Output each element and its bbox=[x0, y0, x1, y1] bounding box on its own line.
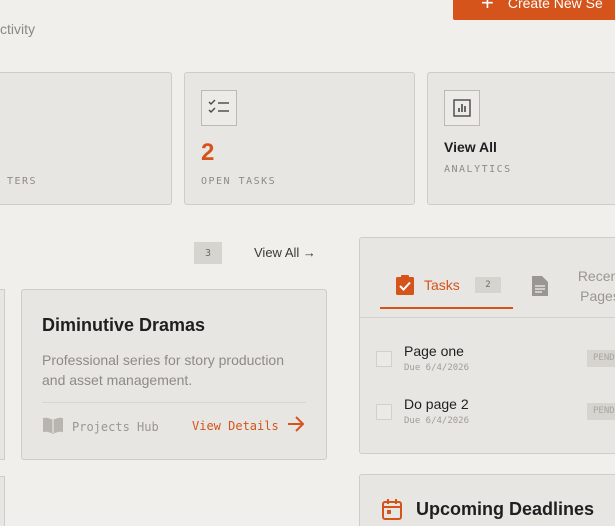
task-name: Page one bbox=[404, 343, 464, 359]
projects-hub-label: Projects Hub bbox=[42, 416, 159, 437]
stat-card-open-tasks[interactable]: 2 OPEN TASKS bbox=[184, 72, 415, 205]
calendar-icon bbox=[382, 499, 402, 525]
task-name: Do page 2 bbox=[404, 396, 469, 412]
project-description: Professional series for story production… bbox=[42, 352, 284, 388]
task-checkbox[interactable] bbox=[376, 351, 392, 367]
book-icon bbox=[42, 416, 64, 437]
projects-count-badge: 3 bbox=[194, 242, 222, 264]
open-tasks-count: 2 bbox=[201, 139, 215, 166]
card-divider bbox=[42, 402, 306, 403]
project-card-partial[interactable] bbox=[0, 476, 5, 526]
tab-tasks-label: Tasks bbox=[424, 277, 460, 293]
tasks-panel: Tasks 2 Recent Pages Page one Due 6/4/20… bbox=[359, 237, 615, 454]
stat-card-analytics[interactable]: View All ANALYTICS bbox=[427, 72, 615, 205]
tab-tasks[interactable]: Tasks 2 bbox=[380, 268, 513, 309]
project-card-partial[interactable] bbox=[0, 289, 5, 460]
create-new-series-button[interactable]: + Create New Se bbox=[453, 0, 615, 20]
view-details-button[interactable]: View Details bbox=[192, 416, 305, 435]
task-due: Due 6/4/2026 bbox=[404, 363, 470, 373]
deadlines-title: Upcoming Deadlines bbox=[416, 499, 595, 519]
project-card[interactable]: Diminutive Dramas Professional series fo… bbox=[21, 289, 327, 460]
checklist-icon bbox=[201, 90, 237, 126]
panel-divider bbox=[360, 317, 615, 318]
task-status-badge: PENDING bbox=[587, 350, 615, 367]
create-button-label: Create New Se bbox=[507, 0, 603, 11]
stat-caption: TERS bbox=[7, 176, 38, 187]
project-title: Diminutive Dramas bbox=[42, 315, 206, 335]
document-icon bbox=[532, 276, 548, 301]
stat-caption: ANALYTICS bbox=[444, 164, 512, 175]
tab-tasks-count: 2 bbox=[475, 277, 501, 293]
tab-recent-label: Recent Pages bbox=[577, 268, 615, 304]
task-status-badge: PENDING bbox=[587, 403, 615, 420]
arrow-right-icon bbox=[287, 416, 305, 435]
analytics-view-all: View All bbox=[444, 139, 497, 155]
task-checkbox[interactable] bbox=[376, 404, 392, 420]
bar-chart-icon bbox=[444, 90, 480, 126]
page-subtitle: ctivity bbox=[0, 21, 35, 37]
stat-card-characters[interactable]: TERS bbox=[0, 72, 172, 205]
plus-icon: + bbox=[481, 0, 494, 15]
stat-caption: OPEN TASKS bbox=[201, 176, 277, 187]
task-due: Due 6/4/2026 bbox=[404, 416, 470, 426]
deadlines-panel: Upcoming Deadlines bbox=[359, 474, 615, 526]
projects-view-all-link[interactable]: View All → bbox=[254, 245, 316, 260]
clipboard-check-icon bbox=[396, 275, 414, 300]
